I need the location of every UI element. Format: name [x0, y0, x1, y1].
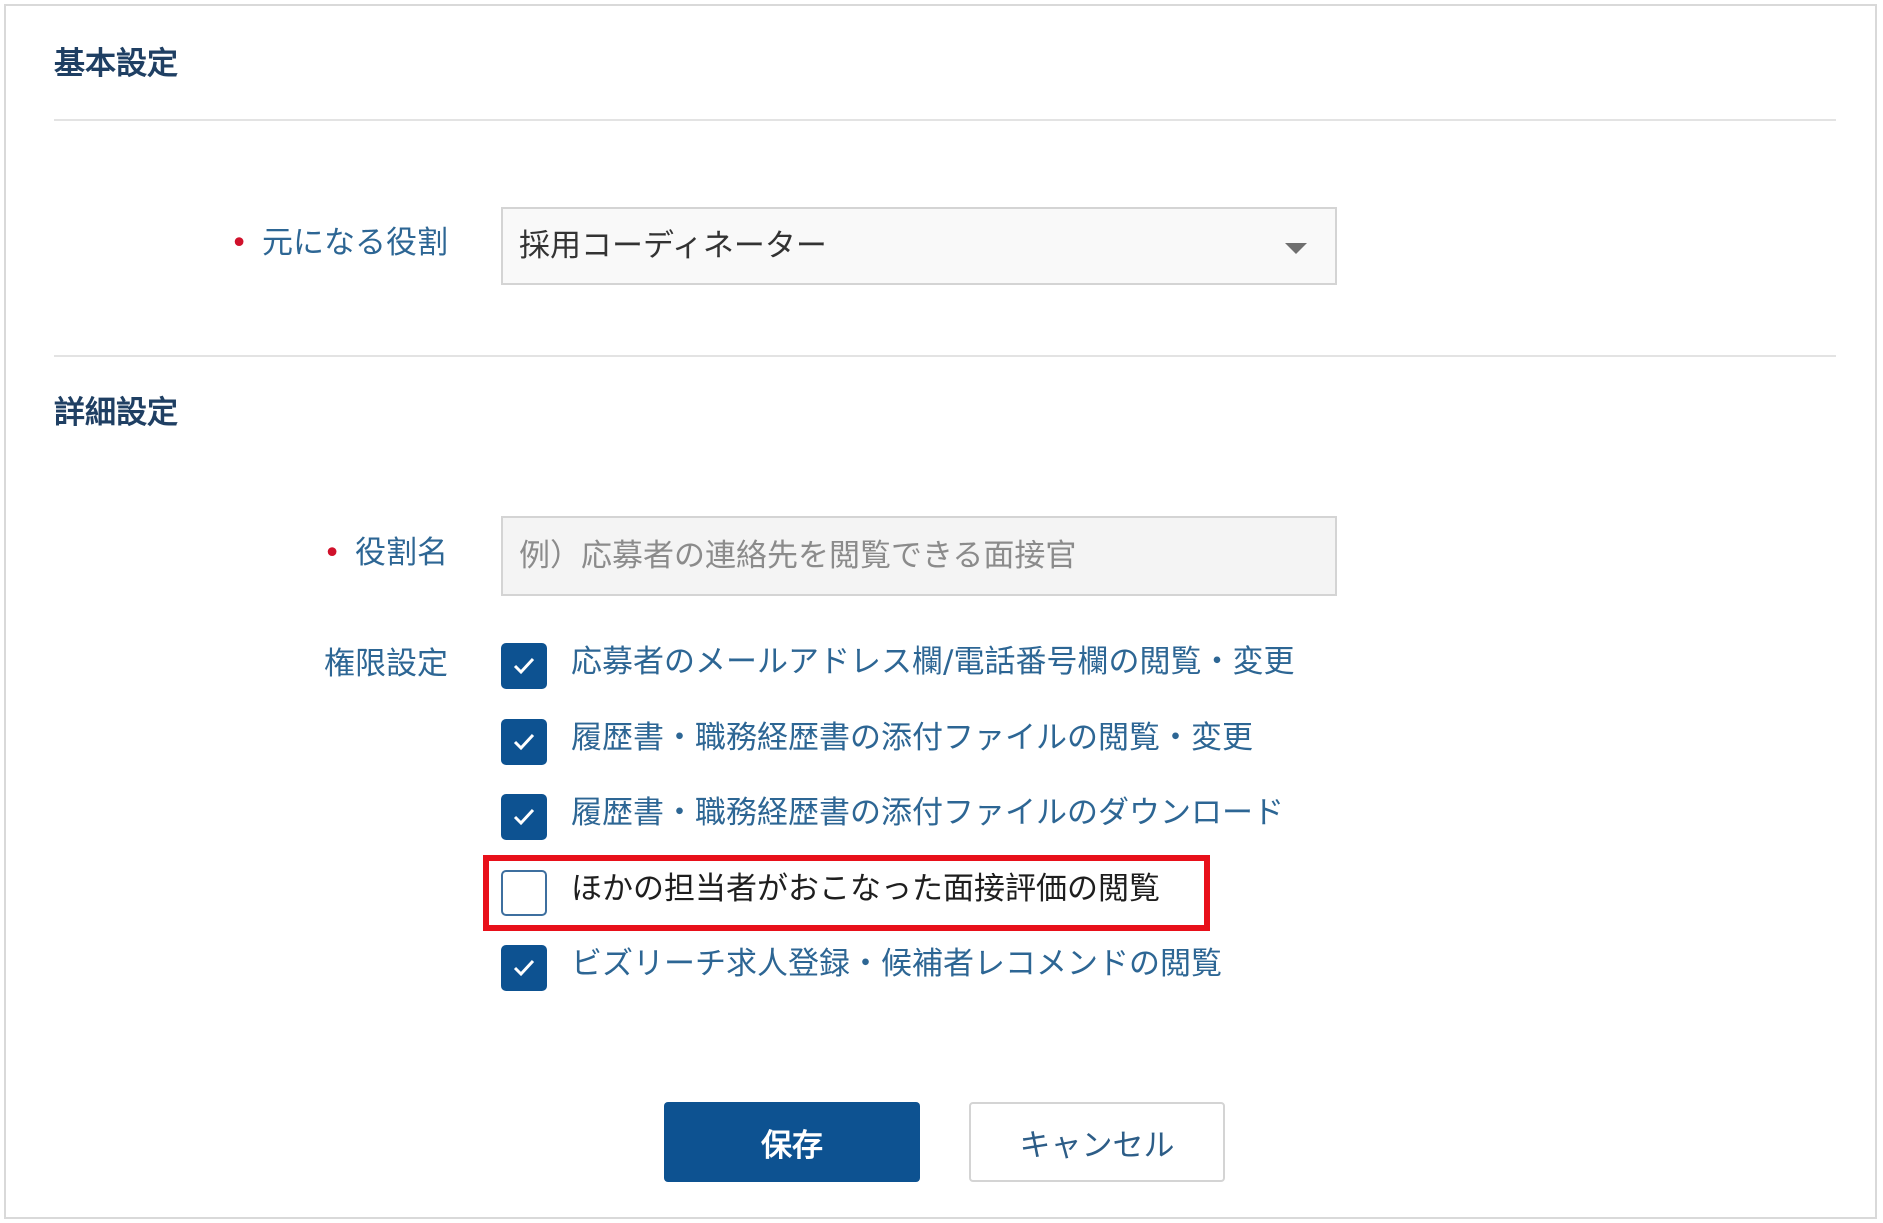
checkbox-checked[interactable]: [501, 794, 547, 840]
divider: [54, 355, 1836, 357]
base-role-label-text: 元になる役割: [262, 225, 448, 261]
checkbox-checked[interactable]: [501, 643, 547, 689]
chevron-down-icon: [1285, 243, 1307, 254]
checkbox-checked[interactable]: [501, 719, 547, 765]
permission-label: 履歴書・職務経歴書の添付ファイルのダウンロード: [571, 795, 1284, 831]
required-mark: •: [230, 226, 248, 261]
required-mark: •: [323, 536, 341, 571]
permission-label: 履歴書・職務経歴書の添付ファイルの閲覧・変更: [571, 720, 1253, 756]
detail-settings-title: 詳細設定: [54, 395, 178, 431]
permissions-label: 権限設定: [324, 646, 448, 682]
role-name-label: • 役割名: [8, 538, 448, 569]
checkmark-icon: [513, 733, 535, 751]
checkbox-checked[interactable]: [501, 945, 547, 991]
role-name-label-text: 役割名: [355, 535, 448, 571]
basic-settings-title: 基本設定: [54, 46, 178, 82]
role-name-input[interactable]: [501, 516, 1337, 596]
save-button[interactable]: 保存: [664, 1102, 920, 1182]
checkmark-icon: [513, 808, 535, 826]
permission-label: ビズリーチ求人登録・候補者レコメンドの閲覧: [571, 946, 1222, 982]
settings-panel: 基本設定 • 元になる役割 採用コーディネーター 詳細設定 • 役割名 権限設定 応…: [4, 4, 1877, 1219]
base-role-select[interactable]: 採用コーディネーター: [501, 207, 1337, 285]
checkmark-icon: [513, 657, 535, 675]
cancel-button[interactable]: キャンセル: [969, 1102, 1225, 1182]
base-role-label: • 元になる役割: [8, 228, 448, 259]
permission-label: ほかの担当者がおこなった面接評価の閲覧: [571, 871, 1160, 907]
checkmark-icon: [513, 959, 535, 977]
checkbox-unchecked[interactable]: [501, 870, 547, 916]
base-role-selected-value: 採用コーディネーター: [519, 228, 827, 264]
divider: [54, 119, 1836, 121]
permission-label: 応募者のメールアドレス欄/電話番号欄の閲覧・変更: [571, 644, 1295, 680]
